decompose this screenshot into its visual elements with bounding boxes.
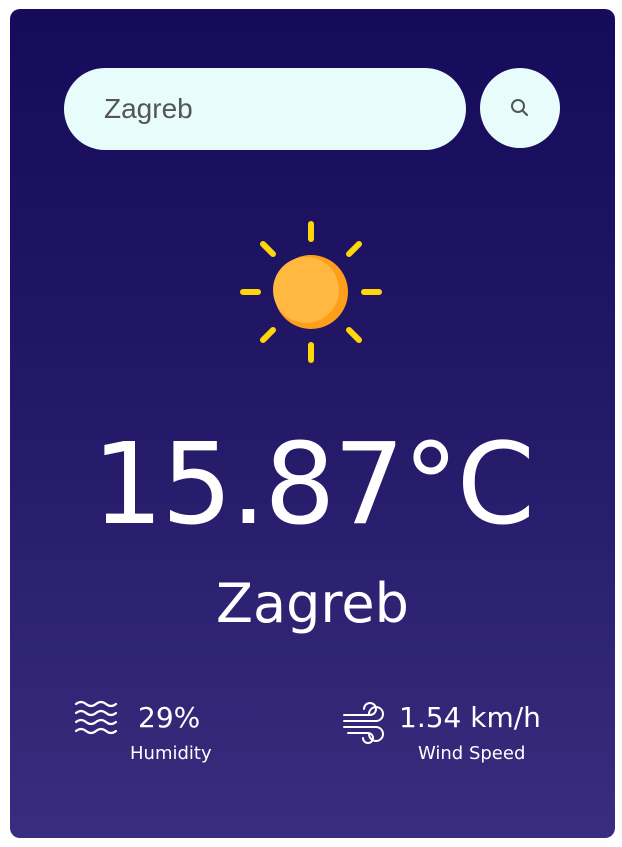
temperature-value: 15.87°C <box>92 420 535 550</box>
humidity-waves-icon <box>74 700 118 735</box>
humidity-value: 29% <box>138 701 201 734</box>
wind-icon <box>343 702 384 744</box>
city-name: Zagreb <box>216 572 409 635</box>
search-button[interactable] <box>480 68 560 148</box>
sun-icon <box>240 221 382 363</box>
wind-speed-label: Wind Speed <box>418 743 526 764</box>
wind-speed-value: 1.54 km/h <box>399 701 541 734</box>
weather-card: 15.87°C Zagreb 29% Humidity 1.54 km/h Wi… <box>10 9 615 838</box>
city-search-input[interactable] <box>64 68 466 150</box>
search-icon <box>511 99 529 117</box>
humidity-label: Humidity <box>130 743 212 764</box>
